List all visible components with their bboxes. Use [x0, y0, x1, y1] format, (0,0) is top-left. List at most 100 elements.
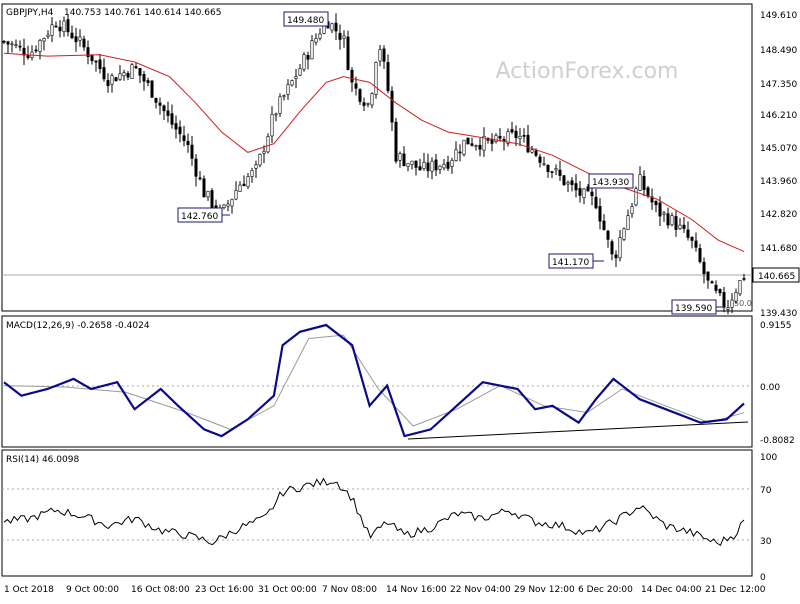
- candle-body: [702, 261, 706, 275]
- candle-body: [294, 76, 298, 79]
- candle-body: [678, 224, 682, 229]
- candle-body: [622, 228, 626, 240]
- rsi-tick-label: 100: [760, 453, 777, 463]
- candle-body: [14, 44, 18, 46]
- candle-body: [422, 162, 426, 169]
- candle-body: [34, 49, 38, 52]
- candle-body: [382, 48, 386, 62]
- price-tick-label: 147.350: [760, 80, 797, 90]
- candle-body: [434, 159, 438, 171]
- candle-body: [90, 54, 94, 62]
- candle-body: [634, 188, 638, 206]
- ohlc-readout: 140.753 140.761 140.614 140.665: [64, 8, 221, 18]
- candle-body: [362, 102, 366, 106]
- candle-body: [446, 161, 450, 169]
- candle-body: [318, 33, 322, 39]
- candle-body: [674, 216, 678, 230]
- candle-body: [102, 67, 106, 80]
- candle-body: [602, 220, 606, 230]
- candle-body: [614, 254, 618, 259]
- candle-body: [390, 90, 394, 123]
- watermark-text: ActionForex.com: [496, 59, 679, 84]
- candle-body: [130, 64, 134, 79]
- rsi-tick-label: 30: [760, 537, 772, 547]
- candle-body: [734, 292, 738, 302]
- candle-body: [438, 165, 442, 170]
- candle-body: [82, 38, 86, 48]
- candle-body: [62, 20, 66, 32]
- candle-body: [182, 135, 186, 142]
- candle-body: [138, 67, 142, 76]
- candle-body: [122, 72, 126, 77]
- candle-body: [538, 156, 542, 163]
- candle-body: [598, 206, 602, 222]
- candle-body: [530, 149, 534, 153]
- x-tick-label: 9 Oct 00:00: [66, 585, 119, 595]
- candle-body: [470, 143, 474, 146]
- candle-body: [606, 230, 610, 240]
- annotation-label: 141.170: [552, 258, 589, 268]
- candle-body: [126, 72, 130, 78]
- candle-body: [286, 84, 290, 95]
- candle-body: [150, 80, 154, 98]
- candle-body: [566, 182, 570, 185]
- instrument-title: GBPJPY,H4: [6, 8, 54, 18]
- candle-body: [706, 271, 710, 281]
- candle-body: [54, 25, 58, 28]
- candle-body: [550, 171, 554, 173]
- candle-body: [2, 40, 6, 43]
- x-tick-label: 14 Dec 04:00: [641, 585, 702, 595]
- candle-body: [722, 292, 726, 308]
- price-tick-label: 149.610: [760, 11, 797, 21]
- candle-body: [610, 241, 614, 255]
- candle-body: [522, 134, 526, 137]
- candle-body: [198, 177, 202, 180]
- annotation-label: 149.480: [287, 16, 324, 26]
- candle-body: [578, 188, 582, 196]
- candle-body: [258, 153, 262, 166]
- price-tick-label: 143.960: [760, 177, 797, 187]
- candle-body: [142, 74, 146, 82]
- candle-body: [42, 38, 46, 42]
- candle-body: [498, 135, 502, 139]
- candle-body: [234, 190, 238, 200]
- candle-body: [26, 55, 30, 59]
- candle-body: [698, 248, 702, 263]
- candle-body: [474, 145, 478, 147]
- candle-body: [282, 95, 286, 97]
- candle-body: [190, 144, 194, 159]
- candle-body: [694, 240, 698, 248]
- x-tick-label: 23 Oct 16:00: [195, 585, 254, 595]
- candle-body: [682, 224, 686, 229]
- candle-body: [342, 35, 346, 39]
- candle-body: [590, 191, 594, 197]
- candle-body: [338, 32, 342, 40]
- candle-body: [274, 113, 278, 116]
- annotation-label: 143.930: [592, 178, 629, 188]
- candle-body: [710, 281, 714, 284]
- candle-body: [618, 237, 622, 259]
- candle-body: [594, 196, 598, 209]
- candle-body: [386, 62, 390, 92]
- candle-body: [134, 66, 138, 69]
- candle-body: [378, 49, 382, 62]
- candle-body: [230, 198, 234, 207]
- candle-body: [6, 41, 10, 45]
- candle-body: [266, 136, 270, 153]
- candle-body: [670, 215, 674, 226]
- candle-body: [346, 36, 350, 70]
- candle-body: [558, 169, 562, 176]
- x-tick-label: 22 Nov 04:00: [450, 585, 511, 595]
- candle-body: [270, 114, 274, 137]
- candle-body: [306, 54, 310, 60]
- x-tick-label: 21 Dec 12:00: [705, 585, 766, 595]
- chart-canvas: ActionForex.com GBPJPY,H4 140.753 140.76…: [0, 0, 800, 600]
- rsi-title: RSI(14) 46.0098: [6, 455, 79, 465]
- candle-body: [370, 93, 374, 106]
- candle-body: [262, 150, 266, 154]
- candle-body: [442, 163, 446, 169]
- candle-body: [638, 174, 642, 191]
- candle-body: [666, 213, 670, 226]
- price-tick-label: 148.490: [760, 46, 797, 56]
- candle-body: [226, 203, 230, 207]
